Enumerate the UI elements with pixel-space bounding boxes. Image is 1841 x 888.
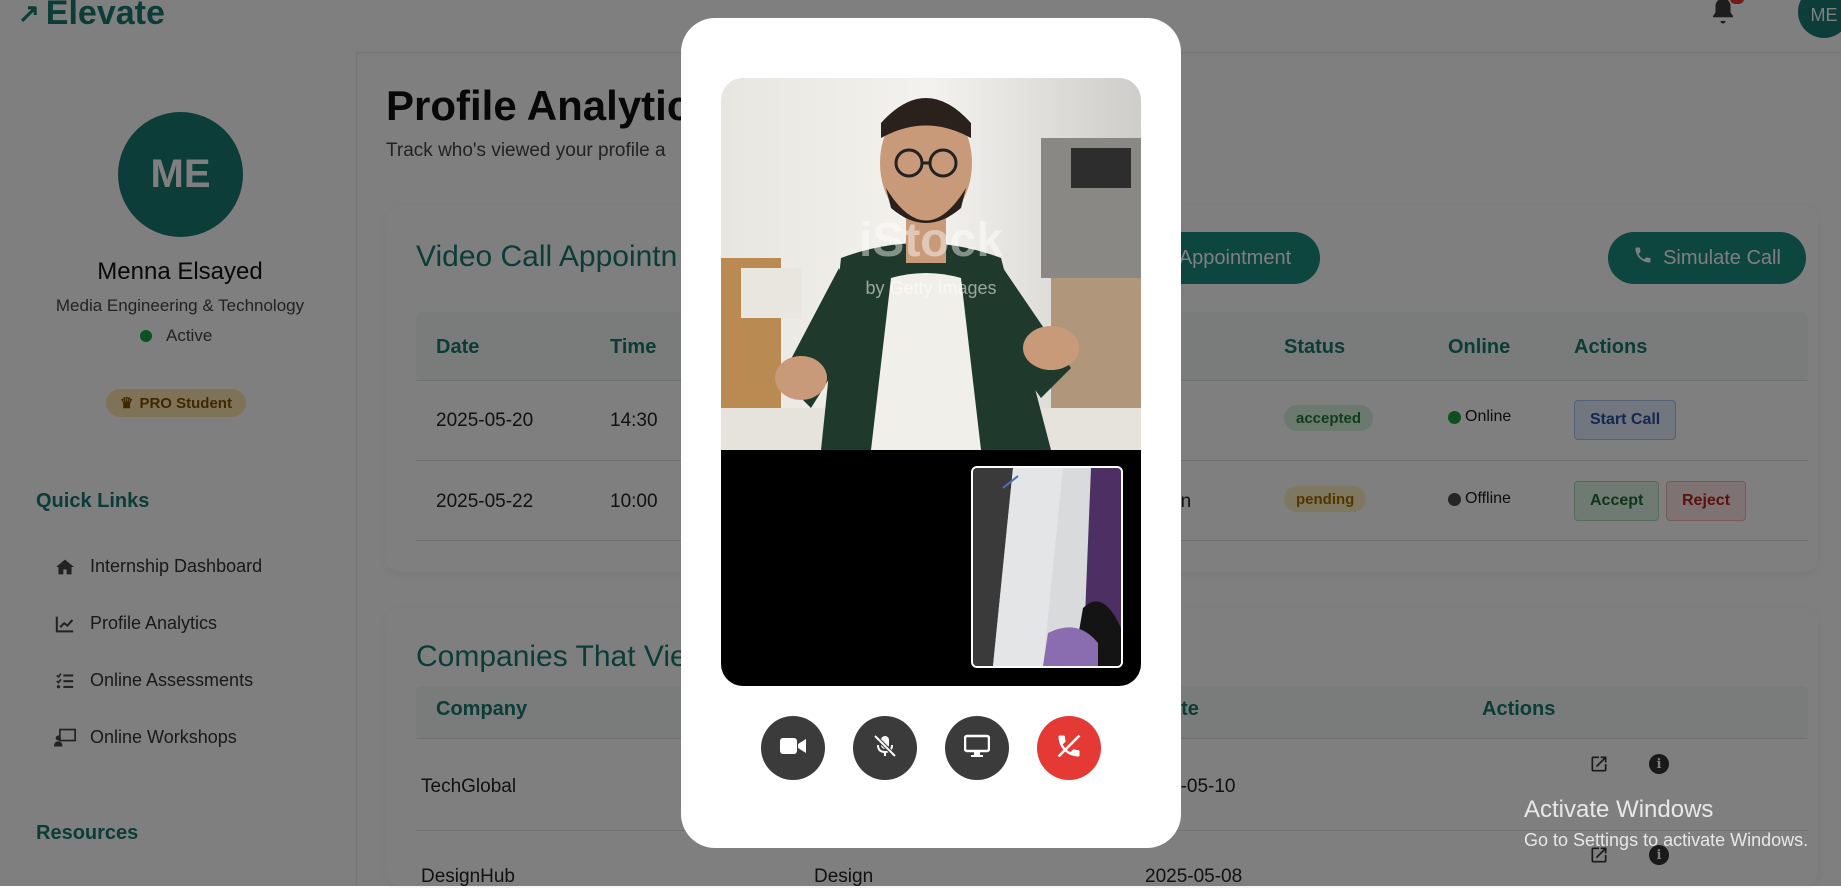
- local-video-preview[interactable]: [971, 466, 1123, 668]
- activate-windows-subtitle: Go to Settings to activate Windows.: [1524, 830, 1809, 850]
- stock-watermark-sub: by Getty Images: [865, 278, 996, 298]
- end-call-button[interactable]: [1037, 716, 1101, 780]
- video-camera-icon: [780, 737, 806, 760]
- microphone-slash-icon: [872, 733, 898, 764]
- toggle-mic-button[interactable]: [853, 716, 917, 780]
- desktop-share-icon: [963, 734, 991, 763]
- stock-watermark: iStock: [859, 214, 1003, 267]
- toggle-camera-button[interactable]: [761, 716, 825, 780]
- share-screen-button[interactable]: [945, 716, 1009, 780]
- activate-windows-title: Activate Windows: [1524, 796, 1714, 823]
- phone-hangup-icon: [1055, 732, 1083, 765]
- remote-video: iStock by Getty Images: [721, 78, 1141, 450]
